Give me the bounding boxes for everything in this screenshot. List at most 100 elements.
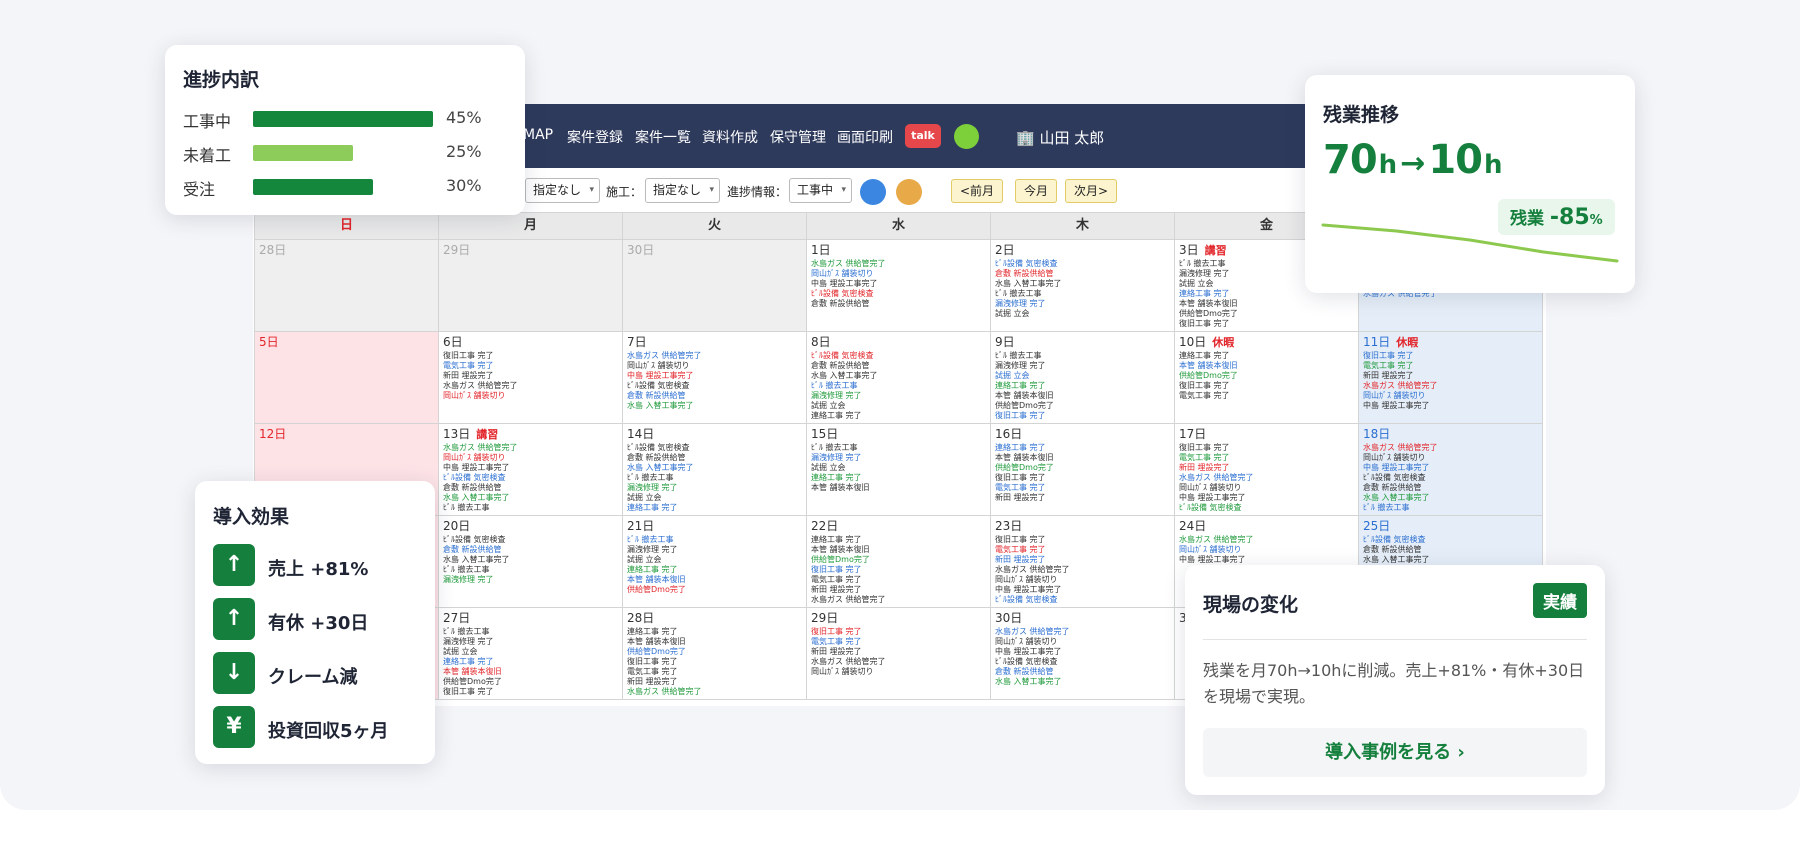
- calendar-event[interactable]: 水島ガス 供給管完了: [811, 595, 986, 605]
- calendar-event[interactable]: ﾋﾞﾙ設備 気密検査: [443, 535, 618, 545]
- calendar-event[interactable]: 本管 舗装本復旧: [811, 483, 986, 493]
- calendar-event[interactable]: 復旧工事 完了: [1363, 351, 1538, 361]
- calendar-event[interactable]: 試掘 立会: [811, 463, 986, 473]
- calendar-event[interactable]: 水島 入替工事完了: [627, 463, 802, 473]
- this-month-button[interactable]: 今月: [1015, 179, 1058, 203]
- calendar-event[interactable]: 水島ガス 供給管完了: [1179, 535, 1354, 545]
- calendar-event[interactable]: 復旧工事 完了: [811, 627, 986, 637]
- calendar-event[interactable]: 中島 埋設工事完了: [1179, 555, 1354, 565]
- next-month-button[interactable]: 次月>: [1065, 179, 1118, 203]
- calendar-event[interactable]: 水島ガス 供給管完了: [1179, 473, 1354, 483]
- calendar-event[interactable]: 新田 埋設完了: [443, 371, 618, 381]
- calendar-event[interactable]: 倉敷 新設供給管: [995, 667, 1170, 677]
- calendar-event[interactable]: 連絡工事 完了: [811, 535, 986, 545]
- calendar-event[interactable]: 復旧工事 完了: [1179, 381, 1354, 391]
- calendar-event[interactable]: 水島 入替工事完了: [627, 401, 802, 411]
- calendar-day-cell[interactable]: 1日 水島ガス 供給管完了 岡山ｶﾞｽ 舗装切り 中島 埋設工事完了 ﾋﾞﾙ設備 気密検…: [807, 240, 991, 332]
- calendar-event[interactable]: ﾋﾞﾙ設備 気密検査: [811, 351, 986, 361]
- calendar-event[interactable]: 中島 埋設工事完了: [1179, 493, 1354, 503]
- calendar-event[interactable]: 連絡工事 完了: [627, 627, 802, 637]
- calendar-event[interactable]: 試掘 立会: [995, 371, 1170, 381]
- calendar-day-cell[interactable]: 20日 ﾋﾞﾙ設備 気密検査 倉敷 新設供給管 水島 入替工事完了 ﾋﾞﾙ 撤去工事 漏洩…: [439, 516, 623, 608]
- calendar-event[interactable]: ﾋﾞﾙ設備 気密検査: [811, 289, 986, 299]
- calendar-event[interactable]: 連絡工事 完了: [811, 473, 986, 483]
- calendar-day-cell[interactable]: 27日 ﾋﾞﾙ 撤去工事 漏洩修理 完了 試掘 立会 連絡工事 完了 本管 舗装本復旧 供給…: [439, 608, 623, 700]
- calendar-event[interactable]: 倉敷 新設供給管: [811, 299, 986, 309]
- talk-button[interactable]: talk: [905, 124, 941, 148]
- calendar-event[interactable]: 連絡工事 完了: [627, 565, 802, 575]
- nav-maintenance[interactable]: 保守管理: [770, 127, 826, 147]
- calendar-event[interactable]: ﾋﾞﾙ 撤去工事: [995, 351, 1170, 361]
- calendar-day-cell[interactable]: 14日 ﾋﾞﾙ設備 気密検査 倉敷 新設供給管 水島 入替工事完了 ﾋﾞﾙ 撤去工事 漏洩…: [623, 424, 807, 516]
- calendar-day-cell[interactable]: 10日 休暇 連絡工事 完了 本管 舗装本復旧 供給管Dmo完了 復旧工事 完了 電気工事 …: [1175, 332, 1359, 424]
- calendar-event[interactable]: 試掘 立会: [627, 555, 802, 565]
- calendar-event[interactable]: ﾋﾞﾙ 撤去工事: [1363, 503, 1538, 513]
- calendar-event[interactable]: 新田 埋設完了: [811, 647, 986, 657]
- calendar-event[interactable]: 電気工事 完了: [995, 545, 1170, 555]
- calendar-event[interactable]: ﾋﾞﾙ設備 気密検査: [995, 657, 1170, 667]
- calendar-event[interactable]: 電気工事 完了: [1363, 361, 1538, 371]
- calendar-event[interactable]: 水島 入替工事完了: [443, 555, 618, 565]
- calendar-event[interactable]: 漏洩修理 完了: [811, 453, 986, 463]
- calendar-event[interactable]: 復旧工事 完了: [1179, 443, 1354, 453]
- nav-print[interactable]: 画面印刷: [837, 127, 893, 147]
- calendar-event[interactable]: ﾋﾞﾙ設備 気密検査: [627, 381, 802, 391]
- calendar-event[interactable]: 電気工事 完了: [811, 575, 986, 585]
- calendar-event[interactable]: 本管 舗装本復旧: [627, 637, 802, 647]
- calendar-event[interactable]: 漏洩修理 完了: [627, 545, 802, 555]
- calendar-event[interactable]: 復旧工事 完了: [995, 411, 1170, 421]
- calendar-day-cell[interactable]: 9日 ﾋﾞﾙ 撤去工事 漏洩修理 完了 試掘 立会 連絡工事 完了 本管 舗装本復旧 供給管…: [991, 332, 1175, 424]
- calendar-event[interactable]: 水島ガス 供給管完了: [995, 627, 1170, 637]
- calendar-day-cell[interactable]: 6日 復旧工事 完了 電気工事 完了 新田 埋設完了 水島ガス 供給管完了 岡山ｶﾞｽ 舗…: [439, 332, 623, 424]
- calendar-day-cell[interactable]: 21日 ﾋﾞﾙ 撤去工事 漏洩修理 完了 試掘 立会 連絡工事 完了 本管 舗装本復旧 供給…: [623, 516, 807, 608]
- calendar-event[interactable]: 復旧工事 完了: [1179, 319, 1354, 329]
- calendar-day-cell[interactable]: 16日 連絡工事 完了 本管 舗装本復旧 供給管Dmo完了 復旧工事 完了 電気工事 完了…: [991, 424, 1175, 516]
- calendar-event[interactable]: 連絡工事 完了: [627, 503, 802, 513]
- calendar-event[interactable]: 電気工事 完了: [1179, 391, 1354, 401]
- progress-select[interactable]: 工事中: [789, 178, 853, 203]
- calendar-event[interactable]: 試掘 立会: [627, 493, 802, 503]
- calendar-event[interactable]: 供給管Dmo完了: [995, 463, 1170, 473]
- calendar-event[interactable]: 倉敷 新設供給管: [627, 391, 802, 401]
- calendar-event[interactable]: 水島ガス 供給管完了: [995, 565, 1170, 575]
- nav-case-register[interactable]: 案件登録: [567, 127, 623, 147]
- calendar-event[interactable]: 漏洩修理 完了: [443, 637, 618, 647]
- calendar-event[interactable]: 連絡工事 完了: [811, 411, 986, 421]
- calendar-event[interactable]: 復旧工事 完了: [443, 351, 618, 361]
- calendar-day-cell[interactable]: 5日: [255, 332, 439, 424]
- calendar-event[interactable]: 電気工事 完了: [811, 637, 986, 647]
- calendar-event[interactable]: ﾋﾞﾙ 撤去工事: [811, 443, 986, 453]
- calendar-event[interactable]: ﾋﾞﾙ設備 気密検査: [1363, 535, 1538, 545]
- status-indicator-icon[interactable]: [954, 124, 979, 149]
- calendar-event[interactable]: 供給管Dmo完了: [811, 555, 986, 565]
- calendar-event[interactable]: 岡山ｶﾞｽ 舗装切り: [995, 637, 1170, 647]
- calendar-event[interactable]: ﾋﾞﾙ 撤去工事: [627, 473, 802, 483]
- calendar-event[interactable]: ﾋﾞﾙ設備 気密検査: [1179, 503, 1354, 513]
- calendar-event[interactable]: 供給管Dmo完了: [627, 585, 802, 595]
- calendar-day-cell[interactable]: 7日 水島ガス 供給管完了 岡山ｶﾞｽ 舗装切り 中島 埋設工事完了 ﾋﾞﾙ設備 気密検…: [623, 332, 807, 424]
- calendar-day-cell[interactable]: 8日 ﾋﾞﾙ設備 気密検査 倉敷 新設供給管 水島 入替工事完了 ﾋﾞﾙ 撤去工事 漏洩修…: [807, 332, 991, 424]
- calendar-event[interactable]: 中島 埋設工事完了: [1363, 401, 1538, 411]
- calendar-event[interactable]: 水島ガス 供給管完了: [443, 443, 618, 453]
- calendar-event[interactable]: 倉敷 新設供給管: [443, 545, 618, 555]
- calendar-event[interactable]: 試掘 立会: [811, 401, 986, 411]
- calendar-event[interactable]: 中島 埋設工事完了: [995, 585, 1170, 595]
- calendar-event[interactable]: 水島ガス 供給管完了: [1363, 443, 1538, 453]
- calendar-event[interactable]: 岡山ｶﾞｽ 舗装切り: [1363, 391, 1538, 401]
- calendar-event[interactable]: 連絡工事 完了: [1179, 351, 1354, 361]
- calendar-event[interactable]: 新田 埋設完了: [1363, 371, 1538, 381]
- calendar-event[interactable]: 水島 入替工事完了: [995, 677, 1170, 687]
- calendar-event[interactable]: ﾋﾞﾙ設備 気密検査: [627, 443, 802, 453]
- calendar-event[interactable]: 中島 埋設工事完了: [811, 279, 986, 289]
- calendar-day-cell[interactable]: 15日 ﾋﾞﾙ 撤去工事 漏洩修理 完了 試掘 立会 連絡工事 完了 本管 舗装本復旧: [807, 424, 991, 516]
- calendar-day-cell[interactable]: 23日 復旧工事 完了 電気工事 完了 新田 埋設完了 水島ガス 供給管完了 岡山ｶﾞｽ …: [991, 516, 1175, 608]
- calendar-event[interactable]: 供給管Dmo完了: [443, 677, 618, 687]
- blue-circle-icon[interactable]: [860, 179, 886, 205]
- calendar-day-cell[interactable]: 18日 水島ガス 供給管完了 岡山ｶﾞｽ 舗装切り 中島 埋設工事完了 ﾋﾞﾙ設備 気密…: [1359, 424, 1543, 516]
- calendar-event[interactable]: 岡山ｶﾞｽ 舗装切り: [811, 269, 986, 279]
- calendar-event[interactable]: 水島 入替工事完了: [995, 279, 1170, 289]
- calendar-event[interactable]: ﾋﾞﾙ 撤去工事: [811, 381, 986, 391]
- calendar-event[interactable]: 供給管Dmo完了: [627, 647, 802, 657]
- calendar-event[interactable]: 本管 舗装本復旧: [627, 575, 802, 585]
- calendar-event[interactable]: ﾋﾞﾙ設備 気密検査: [995, 595, 1170, 605]
